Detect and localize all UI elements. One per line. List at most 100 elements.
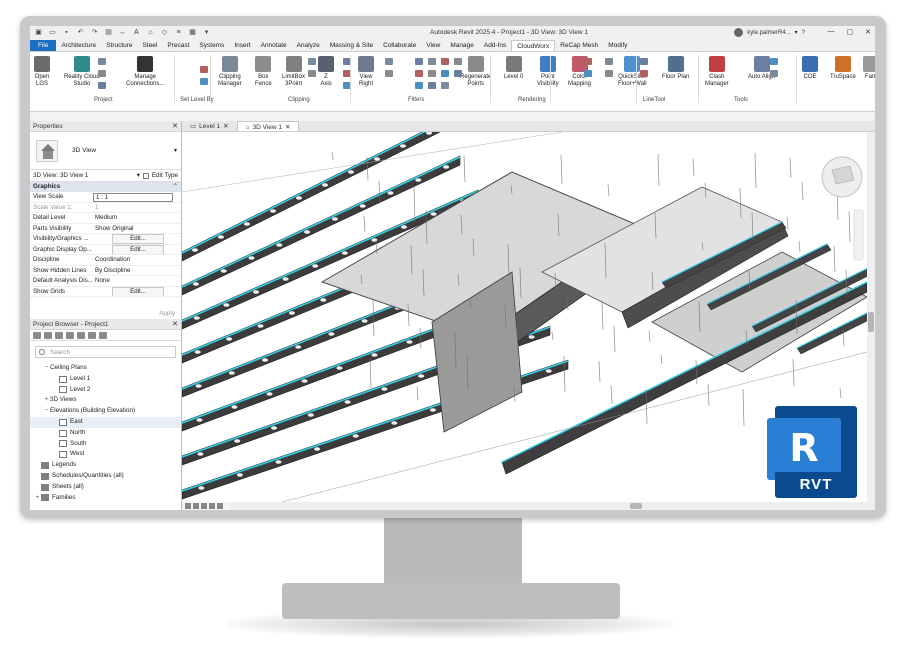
scale-icon[interactable] (185, 503, 191, 509)
tool-icon[interactable] (441, 82, 449, 89)
tab-cloudworx[interactable]: CloudWorx (511, 40, 556, 51)
tree-item[interactable]: Level 1 (30, 374, 181, 385)
property-value[interactable]: Edit... (93, 286, 181, 296)
tool-icon[interactable] (441, 70, 449, 77)
home-icon[interactable] (33, 332, 41, 339)
families-icon[interactable] (77, 332, 85, 339)
regenerate-points-button[interactable]: Regenerate Points (460, 56, 491, 88)
tree-item[interactable]: West (30, 449, 181, 460)
help-icon[interactable]: ? (802, 30, 805, 36)
clash-manager-button[interactable]: Clash Manager (705, 56, 729, 88)
view-selector[interactable]: 3D View: 3D View 1 ▾ Edit Type (30, 170, 181, 182)
tab-recap-mesh[interactable]: ReCap Mesh (555, 40, 603, 51)
tab-massing-site[interactable]: Massing & Site (325, 40, 378, 51)
expand-toggle-icon[interactable]: − (43, 363, 50, 374)
view-tab[interactable]: ▭ Level 1 ✕ (182, 121, 237, 131)
undo-icon[interactable]: ↶ (76, 29, 85, 37)
close-icon[interactable]: ✕ (865, 28, 871, 36)
tree-item[interactable]: Schedules/Quantities (all) (30, 471, 181, 482)
sun-path-icon[interactable] (209, 503, 215, 509)
tree-item[interactable]: East (30, 416, 181, 428)
property-value[interactable]: Coordination (93, 255, 181, 265)
sheets-icon[interactable] (55, 332, 63, 339)
tab-annotate[interactable]: Annotate (256, 40, 292, 51)
edit-type-button[interactable]: Edit Type (152, 172, 178, 179)
tab-structure[interactable]: Structure (101, 40, 137, 51)
tool-icon[interactable] (98, 82, 106, 89)
tool-icon[interactable] (640, 58, 648, 65)
property-value[interactable]: Edit... (93, 234, 181, 244)
groups-icon[interactable] (88, 332, 96, 339)
tool-icon[interactable] (385, 58, 393, 65)
tree-item[interactable]: Level 2 (30, 385, 181, 396)
tool-icon[interactable] (385, 70, 393, 77)
qat-dropdown-icon[interactable]: ▾ (202, 29, 211, 37)
tool-icon[interactable] (308, 70, 316, 77)
tool-icon[interactable] (98, 70, 106, 77)
tab-analyze[interactable]: Analyze (292, 40, 325, 51)
horizontal-scrollbar[interactable] (230, 502, 875, 510)
tab-add-ins[interactable]: Add-Ins (479, 40, 511, 51)
tool-icon[interactable] (454, 58, 462, 65)
tool-icon[interactable] (770, 70, 778, 77)
tab-architecture[interactable]: Architecture (56, 40, 101, 51)
tool-icon[interactable] (640, 70, 648, 77)
tool-icon[interactable] (454, 70, 462, 77)
limitbox-3point-button[interactable]: LimitBox 3Point (282, 56, 305, 88)
print-icon[interactable]: ▤ (104, 29, 113, 37)
save-icon[interactable]: ▪ (62, 29, 71, 37)
tool-icon[interactable] (428, 58, 436, 65)
text-icon[interactable]: A (132, 29, 141, 37)
user-area[interactable]: kyle.palmerR4... ▾ ? (734, 28, 805, 37)
tool-icon[interactable] (605, 58, 613, 65)
tab-collaborate[interactable]: Collaborate (378, 40, 421, 51)
manage-connections-button[interactable]: Manage Connections... (126, 56, 164, 88)
expand-toggle-icon[interactable]: − (43, 406, 50, 417)
visual-style-icon[interactable] (201, 503, 207, 509)
expand-toggle-icon[interactable]: + (43, 395, 50, 406)
level-0-button[interactable]: Level 0 (504, 56, 523, 81)
3d-viewport[interactable] (182, 132, 867, 502)
tree-item[interactable]: South (30, 439, 181, 450)
tool-icon[interactable] (441, 58, 449, 65)
tab-systems[interactable]: Systems (194, 40, 229, 51)
property-value[interactable]: None (93, 276, 181, 286)
scroll-thumb[interactable] (630, 503, 642, 509)
tool-icon[interactable] (98, 58, 106, 65)
property-value[interactable]: By Discipline (93, 266, 181, 276)
open-icon[interactable]: ▭ (48, 29, 57, 37)
tree-item[interactable]: +3D Views (30, 395, 181, 406)
maximize-icon[interactable]: ▢ (847, 28, 854, 36)
property-value[interactable]: Medium (93, 213, 181, 223)
tab-file[interactable]: File (30, 40, 57, 51)
view-right-button[interactable]: View Right (358, 56, 374, 88)
tree-item[interactable]: + Families (30, 493, 181, 504)
tab-manage[interactable]: Manage (445, 40, 479, 51)
links-icon[interactable] (99, 332, 107, 339)
truspace-button[interactable]: TruSpace (830, 56, 856, 81)
thin-lines-icon[interactable]: ≡ (174, 29, 183, 37)
redo-icon[interactable]: ↷ (90, 29, 99, 37)
tab-modify[interactable]: Modify (603, 40, 632, 51)
tool-icon[interactable] (308, 58, 316, 65)
tool-icon[interactable] (200, 66, 208, 73)
tab-precast[interactable]: Precast (162, 40, 194, 51)
tool-icon[interactable] (584, 58, 592, 65)
shadows-icon[interactable] (217, 503, 223, 509)
edit-button[interactable]: Edit... (112, 286, 164, 296)
default-3d-icon[interactable]: ⌂ (146, 29, 155, 37)
tool-icon[interactable] (415, 82, 423, 89)
tree-item[interactable]: North (30, 428, 181, 439)
vertical-scrollbar[interactable] (867, 132, 875, 502)
edit-button[interactable]: Edit... (112, 244, 164, 254)
close-icon[interactable]: ✕ (172, 319, 178, 330)
close-icon[interactable]: ✕ (285, 122, 290, 131)
views-icon[interactable] (44, 332, 52, 339)
floor-plan-button[interactable]: Floor Plan (662, 56, 689, 81)
point-cloud-scene[interactable] (182, 132, 867, 502)
detail-level-icon[interactable] (193, 503, 199, 509)
property-value[interactable]: Edit... (93, 244, 181, 254)
open-lgs-button[interactable]: Open LGS (34, 56, 50, 88)
tab-view[interactable]: View (421, 40, 445, 51)
collapse-icon[interactable]: ⌃ (173, 182, 178, 192)
